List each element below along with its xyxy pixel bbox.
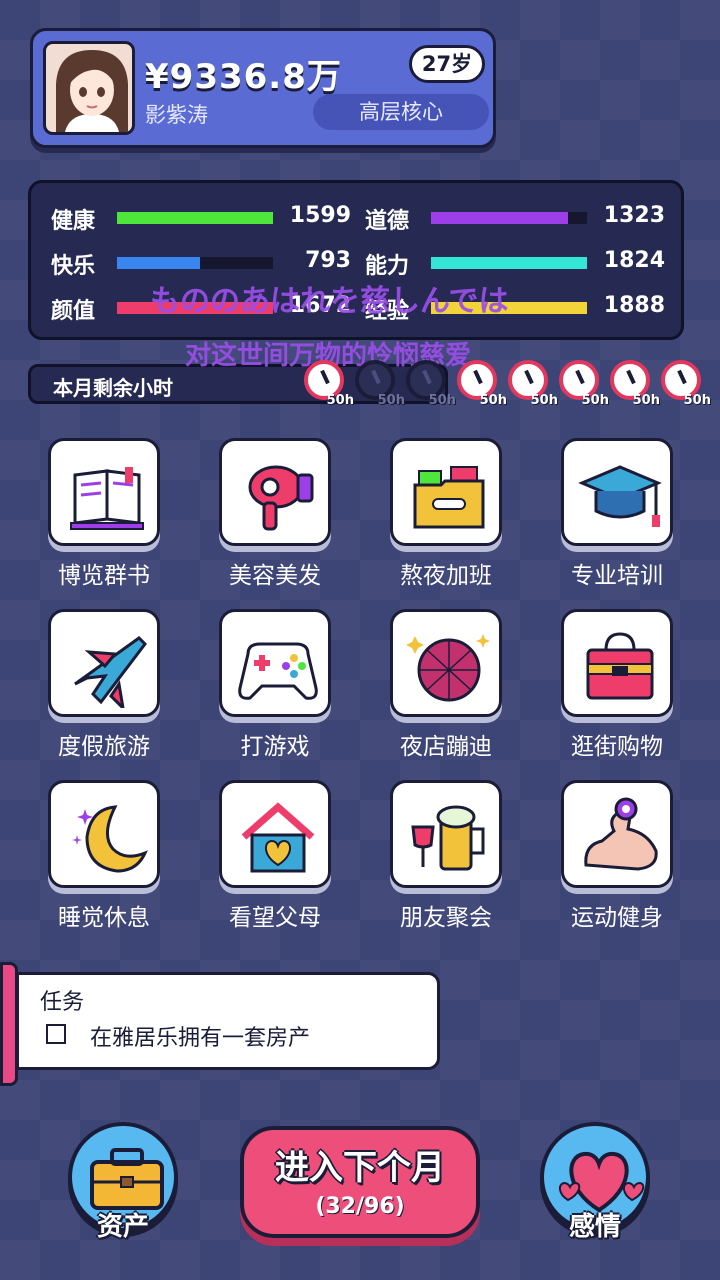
- age-badge: 27岁: [409, 45, 485, 83]
- avatar[interactable]: [43, 41, 135, 135]
- clock-hours: 50h: [530, 393, 558, 408]
- activity-tile[interactable]: [561, 438, 673, 546]
- activity-tile[interactable]: [561, 780, 673, 888]
- activity-tile[interactable]: [48, 438, 160, 546]
- hours-clock: 50h: [504, 352, 558, 408]
- stat-bar: [431, 212, 569, 224]
- activity-button[interactable]: 专业培训: [543, 438, 703, 598]
- activity-button[interactable]: 熬夜加班: [372, 438, 532, 598]
- activity-tile[interactable]: [390, 609, 502, 717]
- stat-label: 道德: [365, 209, 410, 234]
- activity-label: 夜店蹦迪: [400, 734, 492, 760]
- stat-label: 颜值: [51, 299, 96, 324]
- folder-icon: [413, 466, 485, 529]
- stat-morality: 道德 1323: [365, 203, 665, 234]
- stat-value: 1824: [603, 248, 665, 273]
- activity-tile[interactable]: [48, 609, 160, 717]
- activity-tile[interactable]: [390, 438, 502, 546]
- activity-label: 逛街购物: [571, 734, 663, 760]
- hours-clock: 50h: [606, 352, 660, 408]
- shopping-bag-icon: [586, 632, 654, 700]
- activity-label: 专业培训: [571, 563, 663, 589]
- clock-hours: 50h: [326, 393, 354, 408]
- activity-button[interactable]: 美容美发: [201, 438, 361, 598]
- stat-value: 793: [305, 248, 351, 273]
- profile-card[interactable]: ¥9336.8万 影紫涛 27岁 高层核心: [30, 28, 496, 148]
- activity-tile[interactable]: [219, 609, 331, 717]
- next-month-label: 进入下个月: [275, 1148, 445, 1188]
- activity-label: 美容美发: [229, 563, 321, 589]
- home-heart-icon: [241, 802, 315, 873]
- clock-hours: 50h: [632, 393, 660, 408]
- moon-icon: [72, 805, 148, 873]
- hours-clocks: 50h 50h 50h 50h 50h 50h 50h 50h: [300, 352, 711, 408]
- activity-button[interactable]: 睡觉休息: [30, 780, 190, 940]
- clock-hours: 50h: [581, 393, 609, 408]
- activity-tile[interactable]: [48, 780, 160, 888]
- stat-happiness: 快乐 793: [51, 248, 351, 279]
- month-progress: (32/96): [315, 1194, 405, 1219]
- clock-hours: 50h: [377, 393, 405, 408]
- hours-clock: 50h: [657, 352, 711, 408]
- stat-bar: [117, 212, 273, 224]
- stat-label: 快乐: [51, 254, 96, 279]
- activity-label: 睡觉休息: [58, 905, 150, 931]
- activity-tile[interactable]: [219, 438, 331, 546]
- activity-label: 博览群书: [58, 563, 150, 589]
- hours-clock: 50h: [453, 352, 507, 408]
- disco-ball-icon: [407, 634, 490, 702]
- emotion-label: 感情: [568, 1212, 621, 1242]
- activity-label: 打游戏: [240, 734, 310, 760]
- task-checkbox[interactable]: [46, 1024, 66, 1044]
- activity-button[interactable]: 度假旅游: [30, 609, 190, 769]
- job-rank: 高层核心: [313, 94, 489, 130]
- hours-clock: 50h: [402, 352, 456, 408]
- activity-label: 朋友聚会: [400, 905, 492, 931]
- beer-icon: [411, 805, 485, 871]
- gamepad-icon: [238, 642, 318, 700]
- stat-bar: [117, 257, 200, 269]
- activity-button[interactable]: 看望父母: [201, 780, 361, 940]
- clock-hours: 50h: [428, 393, 456, 408]
- hours-clock: 50h: [351, 352, 405, 408]
- activity-button[interactable]: 运动健身: [543, 780, 703, 940]
- hours-clock: 50h: [300, 352, 354, 408]
- activity-button[interactable]: 朋友聚会: [372, 780, 532, 940]
- stat-value: 1888: [603, 293, 665, 318]
- hair-dryer-icon: [248, 465, 314, 531]
- clock-hours: 50h: [683, 393, 711, 408]
- assets-label: 资产: [96, 1212, 149, 1242]
- activity-label: 看望父母: [229, 905, 321, 931]
- activity-button[interactable]: 打游戏: [201, 609, 361, 769]
- stat-bar: [431, 257, 587, 269]
- airplane-icon: [74, 636, 147, 708]
- stat-label: 健康: [51, 209, 96, 234]
- player-name: 影紫涛: [145, 103, 208, 127]
- activity-label: 熬夜加班: [400, 563, 492, 589]
- overlay-caption-japanese: もののあはれを慈しんでは: [150, 284, 509, 319]
- activity-tile[interactable]: [561, 609, 673, 717]
- task-item: 在雅居乐拥有一套房产: [90, 1026, 311, 1051]
- task-title: 任务: [40, 990, 85, 1015]
- activity-button[interactable]: 博览群书: [30, 438, 190, 598]
- activity-button[interactable]: 夜店蹦迪: [372, 609, 532, 769]
- book-icon: [70, 467, 144, 530]
- hours-label: 本月剩余小时: [53, 376, 173, 400]
- activity-tile[interactable]: [219, 780, 331, 888]
- activity-label: 运动健身: [571, 905, 663, 931]
- hours-clock: 50h: [555, 352, 609, 408]
- activity-button[interactable]: 逛街购物: [543, 609, 703, 769]
- stat-ability: 能力 1824: [365, 248, 665, 279]
- activity-tile[interactable]: [390, 780, 502, 888]
- muscle-icon: [584, 797, 658, 871]
- activity-label: 度假旅游: [58, 734, 150, 760]
- clock-hours: 50h: [479, 393, 507, 408]
- money-amount: ¥9336.8万: [145, 57, 342, 97]
- stat-health: 健康 1599: [51, 203, 351, 234]
- stat-value: 1599: [289, 203, 351, 228]
- stat-value: 1323: [603, 203, 665, 228]
- graduation-cap-icon: [578, 465, 662, 527]
